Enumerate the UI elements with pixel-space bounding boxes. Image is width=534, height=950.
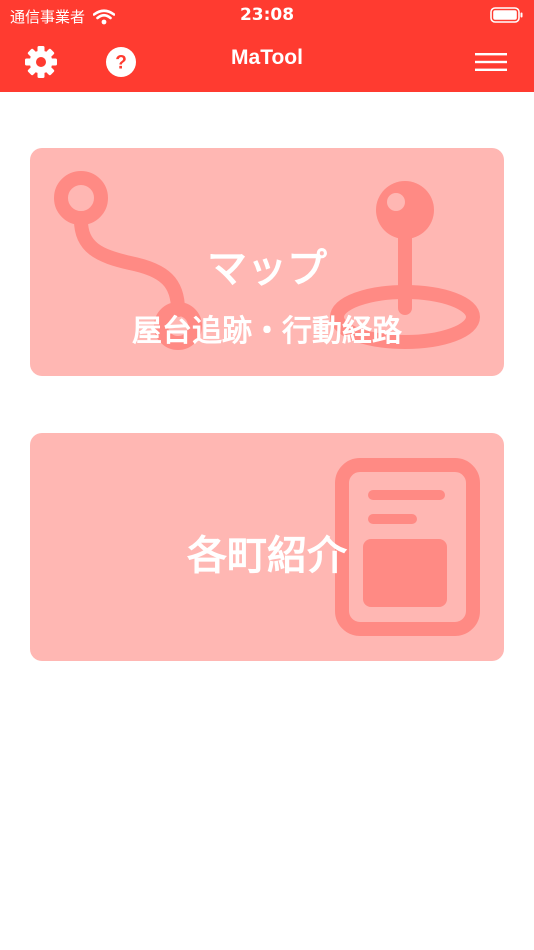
hamburger-menu-icon — [475, 53, 507, 71]
navigation-bar: ? MaTool — [0, 32, 534, 92]
towns-card[interactable]: 各町紹介 — [30, 433, 504, 661]
status-time: 23:08 — [239, 5, 295, 25]
map-card[interactable]: マップ 屋台追跡・行動経路 — [30, 148, 504, 376]
towns-card-title: 各町紹介 — [187, 533, 347, 579]
status-bar: 通信事業者 23:08 — [0, 0, 534, 32]
menu-button[interactable] — [473, 44, 509, 80]
map-card-subtitle: 屋台追跡・行動経路 — [132, 314, 402, 349]
nav-title: MaTool — [231, 46, 303, 69]
map-card-title: マップ — [207, 246, 327, 292]
battery-icon — [490, 7, 523, 23]
